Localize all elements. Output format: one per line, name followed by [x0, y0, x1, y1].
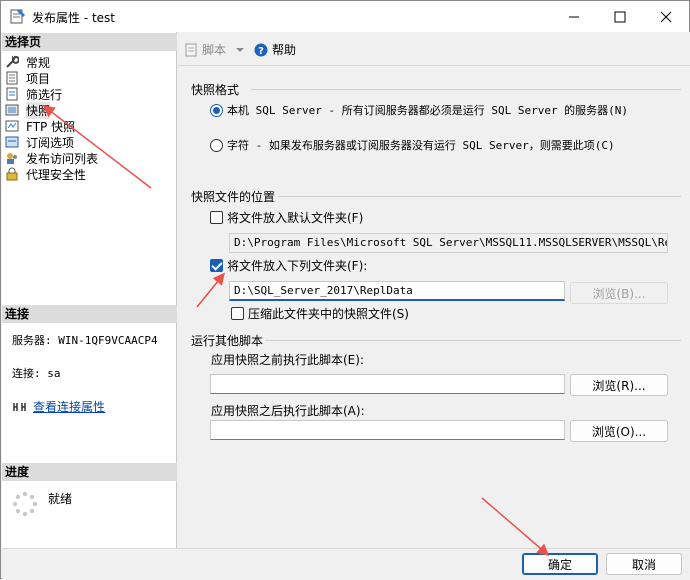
- nav-item-subscription-options[interactable]: 订阅选项: [5, 134, 74, 150]
- nav-item-label: 常规: [26, 55, 51, 70]
- native-format-label[interactable]: 本机 SQL Server - 所有订阅服务器都必须是运行 SQL Server…: [227, 102, 628, 118]
- connection-user-label: 连接: sa: [12, 367, 61, 380]
- scripts-divider: [265, 340, 681, 341]
- nav-item-label: 发布访问列表: [26, 151, 99, 166]
- script-button[interactable]: 脚本: [184, 41, 246, 58]
- nav-item-label: 订阅选项: [26, 135, 75, 150]
- chevron-down-icon: [236, 47, 245, 52]
- subscription-icon: [5, 136, 19, 148]
- nav-item-label: 代理安全性: [26, 167, 87, 182]
- snapshot-format-title: 快照格式: [191, 83, 240, 97]
- minimize-button[interactable]: [551, 1, 597, 32]
- close-icon: [660, 11, 672, 22]
- snapshot-location-title: 快照文件的位置: [191, 190, 276, 204]
- custom-folder-browse-button[interactable]: 浏览(B)...: [570, 282, 668, 304]
- svg-text:?: ?: [258, 46, 264, 57]
- lock-icon: [6, 167, 18, 181]
- connection-header: 连接: [2, 305, 177, 323]
- view-connection-properties[interactable]: 查看连接属性: [12, 398, 105, 415]
- toolbar-divider: [178, 65, 690, 66]
- nav-item-access-list[interactable]: 发布访问列表: [5, 150, 98, 166]
- select-page-header: 选择页: [2, 33, 177, 51]
- snapshot-icon: [5, 104, 19, 116]
- nav-item-label: FTP 快照: [26, 119, 76, 134]
- ftp-icon: [5, 120, 19, 132]
- native-format-radio[interactable]: [210, 104, 223, 117]
- publication-properties-dialog: 发布属性 - test 选择页 常规 项目 筛选行 快照 FTP 快照 订阅选项…: [0, 0, 690, 579]
- default-folder-checkbox[interactable]: [210, 211, 223, 224]
- nav-item-general[interactable]: 常规: [5, 54, 50, 70]
- close-button[interactable]: [643, 1, 689, 32]
- left-pane: 选择页 常规 项目 筛选行 快照 FTP 快照 订阅选项 发布访问列表 代理安全…: [2, 32, 177, 548]
- script-icon: [185, 43, 197, 56]
- ok-button[interactable]: 确定: [522, 553, 598, 575]
- title-bar[interactable]: 发布属性 - test: [1, 1, 689, 32]
- compress-checkbox[interactable]: [231, 307, 244, 320]
- nav-item-label: 项目: [26, 71, 51, 86]
- document-icon: [6, 71, 18, 85]
- nav-item-filter-rows[interactable]: 筛选行: [5, 86, 62, 102]
- progress-header: 进度: [2, 463, 177, 481]
- dialog-footer: 确定 取消: [2, 548, 690, 579]
- view-connection-link[interactable]: 查看连接属性: [33, 398, 105, 415]
- after-script-browse-button[interactable]: 浏览(O)...: [570, 420, 668, 442]
- nav-item-ftp-snapshot[interactable]: FTP 快照: [5, 118, 75, 134]
- before-script-input[interactable]: [210, 374, 565, 394]
- cancel-button[interactable]: 取消: [606, 553, 682, 575]
- help-label: 帮助: [272, 43, 297, 57]
- server-label: 服务器: WIN-1QF9VCAACP4: [12, 334, 158, 347]
- after-script-input[interactable]: [210, 420, 565, 440]
- maximize-icon: [614, 11, 626, 22]
- character-format-label[interactable]: 字符 - 如果发布服务器或订阅服务器没有运行 SQL Server，则需要此项(…: [227, 137, 615, 153]
- before-script-browse-button[interactable]: 浏览(R)...: [570, 374, 668, 396]
- custom-folder-label[interactable]: 将文件放入下列文件夹(F):: [227, 257, 367, 274]
- nav-item-articles[interactable]: 项目: [5, 70, 50, 86]
- nav-item-label: 快照: [26, 101, 51, 119]
- scripts-title: 运行其他脚本: [191, 334, 264, 348]
- nav-item-label: 筛选行: [26, 87, 63, 102]
- default-folder-label[interactable]: 将文件放入默认文件夹(F): [227, 209, 363, 226]
- character-format-radio[interactable]: [210, 139, 223, 152]
- access-list-icon: [7, 153, 17, 164]
- filter-icon: [6, 87, 18, 101]
- nav-item-agent-security[interactable]: 代理安全性: [5, 166, 86, 182]
- connection-properties-icon: [13, 402, 26, 411]
- custom-folder-checkbox[interactable]: [210, 259, 223, 272]
- before-script-label: 应用快照之前执行此脚本(E):: [211, 353, 364, 367]
- help-button[interactable]: ? 帮助: [254, 41, 296, 58]
- script-label: 脚本: [202, 43, 227, 57]
- snapshot-page: 脚本 ? 帮助 快照格式 本机 SQL Server - 所有订阅服务器都必须是…: [178, 32, 690, 548]
- help-icon: ?: [254, 43, 268, 57]
- publish-properties-icon: [10, 9, 25, 24]
- maximize-button[interactable]: [597, 1, 643, 32]
- custom-folder-input[interactable]: D:\SQL_Server_2017\ReplData: [229, 281, 565, 301]
- window-title: 发布属性 - test: [32, 11, 116, 25]
- snapshot-location-divider: [278, 196, 681, 197]
- minimize-icon: [569, 16, 579, 17]
- wrench-icon: [6, 55, 19, 68]
- compress-label[interactable]: 压缩此文件夹中的快照文件(S): [248, 305, 409, 322]
- progress-spinner-icon: [12, 491, 38, 517]
- snapshot-format-divider: [251, 89, 681, 90]
- default-folder-path: D:\Program Files\Microsoft SQL Server\MS…: [229, 233, 668, 253]
- progress-status: 就绪: [48, 492, 73, 506]
- after-script-label: 应用快照之后执行此脚本(A):: [211, 404, 365, 418]
- nav-item-snapshot[interactable]: 快照: [5, 101, 51, 119]
